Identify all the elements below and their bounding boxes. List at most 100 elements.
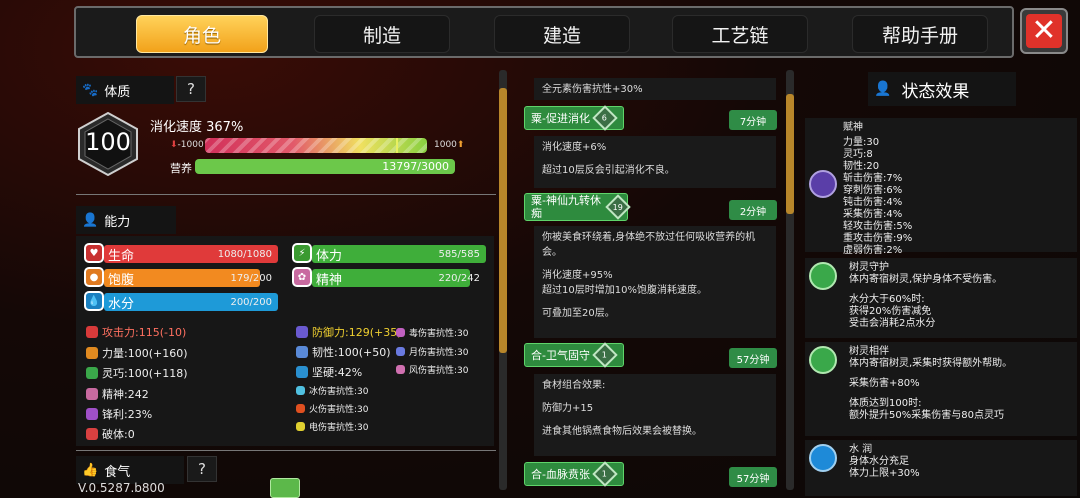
stat-spirit-bar: ✿ 精神 220/242 [292,267,486,288]
food-time-0: 7分钟 [729,110,777,130]
tab-crafting[interactable]: 制造 [314,15,450,53]
effect-0-line: 重攻击伤害:9% [843,233,913,244]
effect-2-line: 体内寄宿树灵,采集时获得额外帮助。 [849,358,1013,369]
tab-building[interactable]: 建造 [494,15,630,53]
person-icon: 👤 [82,212,99,228]
food-1-line: 超过10层时增加10%饱腹消耗速度。 [542,285,707,296]
constitution-help-button[interactable]: ? [176,76,206,102]
nutrition-label: 营养 [170,162,192,175]
ability-header: 👤 能力 [76,206,176,234]
digest-min-label: ⬇-1000 [170,140,204,150]
attr-moon-resist-text: 月伤害抗性:30 [409,348,469,358]
wind-icon [396,365,405,374]
food-1-spacer [542,298,768,306]
attr-fire-resist: 火伤害抗性:30 [296,402,369,415]
effect-0-line: 灵巧:8 [843,149,873,160]
fire-icon [296,404,305,413]
food-level-3: 1 [602,469,608,479]
attack-icon [86,326,98,338]
water-drop-icon: 💧 [84,291,104,311]
effect-0-line: 轻攻击伤害:5% [843,221,913,232]
attr-toughness: 韧性:100(+50) [296,344,391,360]
attr-hardness-text: 坚硬:42% [312,366,363,379]
sharpness-icon [86,408,98,420]
food-body-1: 你被美食环绕着,身体绝不放过任何吸收营养的机 会。 消化速度+95% 超过10层… [534,226,776,338]
close-x-icon: ✕ [1026,14,1062,48]
food-title-0-text: 粟-促进消化 [531,112,590,125]
effect-2-line: 采集伤害+80% [849,378,920,389]
tab-character[interactable]: 角色 [136,15,268,53]
attr-wind-resist: 风伤害抗性:30 [396,363,469,376]
effect-3-name: 水 润 [849,444,873,455]
food-2-line: 防御力+15 [542,403,594,414]
attr-dexterity: 灵巧:100(+118) [86,365,188,381]
stat-satiety-bar: ● 饱腹 179/200 [84,267,278,288]
constitution-icon: 🐾 [82,82,99,98]
food-title-3[interactable]: 合-血脉贲张 1 [524,461,624,487]
close-button[interactable]: ✕ [1020,8,1068,54]
food-level-badge: 1 [592,461,618,487]
spirit-icon [86,388,98,400]
middle-scroll-thumb[interactable] [786,94,794,214]
stat-satiety-value: 179/200 [230,272,272,284]
food-title-1[interactable]: 粟-神仙九转休痴 19 [524,193,631,221]
divider [76,450,496,451]
effect-1-text: 树灵守护 体内寄宿树灵,保护身体不受伤害。 水分大于60%时: 获得20%伤害减… [849,262,1002,330]
attr-defense-text: 防御力:129(+35) [312,326,402,339]
food-title-0[interactable]: 粟-促进消化 6 [524,105,624,131]
effect-1-line: 受击会消耗2点水分 [849,318,936,329]
food-0-line: 消化速度+6% [542,142,607,153]
food-level-1: 19 [612,202,624,212]
digest-max-value: 1000 [434,140,457,150]
digest-marker [395,138,398,153]
attr-attack: 攻击力:115(-10) [86,324,186,340]
status-header: 👤 状态效果 [868,72,1016,106]
attr-ice-resist-text: 冰伤害抗性:30 [309,387,369,397]
food-1-line: 消化速度+95% [542,270,613,281]
digest-speed-label: 消化速度 367% [150,120,244,135]
heart-icon: ♥ [84,243,104,263]
ability-title: 能力 [104,214,131,230]
stat-health-bar: ♥ 生命 1080/1080 [84,243,278,264]
constitution-level: 100 [85,128,131,156]
stat-health-label: 生命 [108,248,135,264]
stat-water-bar: 💧 水分 200/200 [84,291,278,312]
stat-stamina-bar: ⚡ 体力 585/585 [292,243,486,264]
attr-toughness-text: 韧性:100(+50) [312,346,391,359]
effect-0-line: 虚弱伤害:2% [843,245,903,256]
effect-3: 水 润 身体水分充足 体力上限+30% [805,440,1077,496]
food-body-2: 食材组合效果: 防御力+15 进食其他锅煮食物后效果会被替换。 [534,374,776,456]
effect-2-text: 树灵相伴 体内寄宿树灵,采集时获得额外帮助。 采集伤害+80% 体质达到100时… [849,346,1012,422]
status-title: 状态效果 [901,81,970,102]
water-drop-icon [809,444,837,472]
food-level-badge: 6 [592,105,618,131]
nutrition-value: 13797/3000 [382,160,449,173]
attr-sharpness: 锋利:23% [86,406,152,422]
food-time-3: 57分钟 [729,467,777,487]
food-1-line: 可叠加至20层。 [542,308,615,319]
lightning-icon: ⚡ [292,243,312,263]
effect-1-line: 体内寄宿树灵,保护身体不受伤害。 [849,274,1003,285]
appetite-help-button[interactable]: ? [187,456,217,482]
moon-icon [396,347,405,356]
left-scroll-thumb[interactable] [499,88,507,353]
effect-3-line: 体力上限+30% [849,468,920,479]
effect-3-text: 水 润 身体水分充足 体力上限+30% [849,444,920,480]
attr-defense: 防御力:129(+35) [296,324,402,340]
effect-0-line: 力量:30 [843,137,880,148]
tab-craft-chain[interactable]: 工艺链 [672,15,808,53]
divider [76,194,496,195]
middle-scrollbar[interactable] [786,70,794,490]
food-1-line: 会。 [542,247,562,258]
left-scrollbar[interactable] [499,70,507,490]
food-title-2[interactable]: 合-卫气固守 1 [524,342,624,368]
food-prev-line: 全元素伤害抗性+30% [542,84,643,95]
food-icon: ● [84,267,104,287]
defense-icon [296,326,308,338]
appetite-item-icon[interactable] [270,478,300,498]
tab-help-manual[interactable]: 帮助手册 [852,15,988,53]
food-level-badge: 1 [592,342,618,368]
attr-strength: 力量:100(+160) [86,345,188,361]
effect-0-name: 赋神 [843,122,863,133]
effect-2: 树灵相伴 体内寄宿树灵,采集时获得额外帮助。 采集伤害+80% 体质达到100时… [805,342,1077,436]
